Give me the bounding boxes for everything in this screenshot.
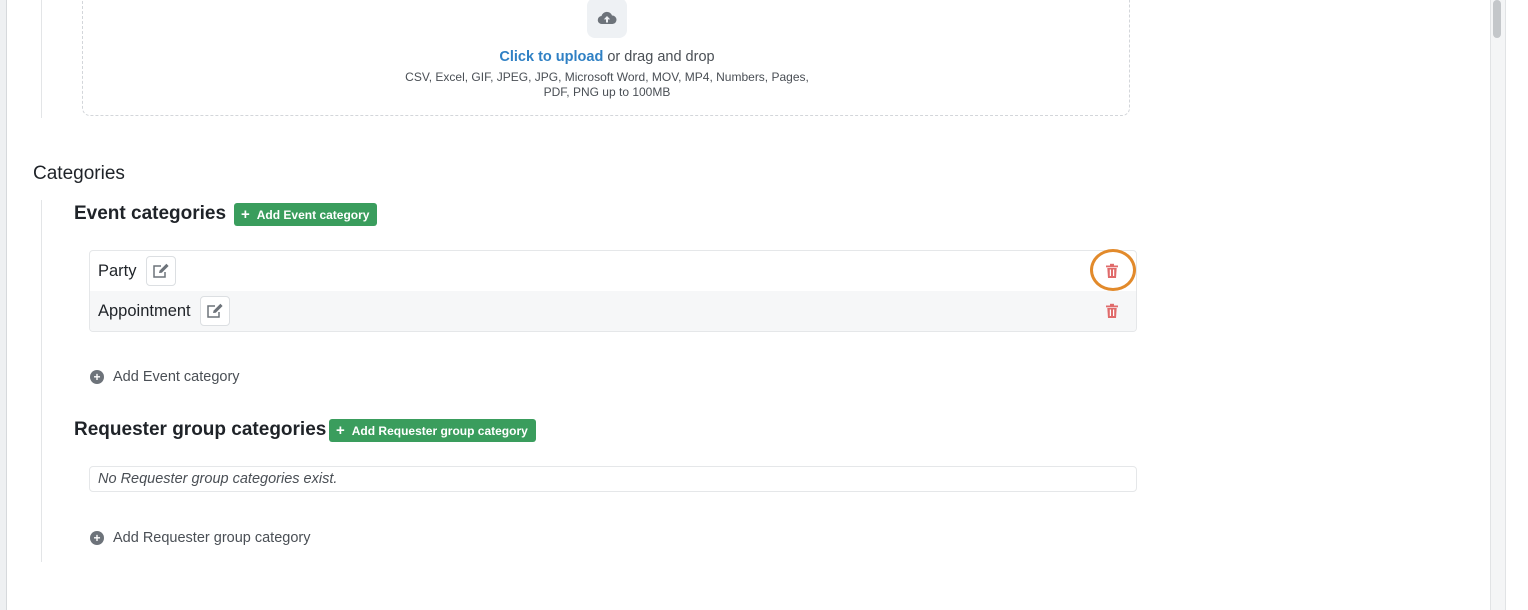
add-requester-group-category-button-label: Add Requester group category — [351, 423, 528, 438]
click-to-upload-link[interactable]: Click to upload — [499, 49, 603, 65]
upload-instructions: Click to upload or drag and drop — [0, 49, 1214, 65]
section-guide-line — [41, 200, 42, 562]
add-event-category-link-label: Add Event category — [113, 369, 240, 385]
edit-category-button[interactable] — [199, 296, 230, 326]
plus-circle-icon: + — [90, 370, 104, 384]
event-category-list: Party Appointment — [89, 250, 1137, 332]
list-item: Appointment — [90, 291, 1136, 331]
category-label: Appointment — [98, 301, 191, 320]
add-requester-group-category-link-label: Add Requester group category — [113, 530, 311, 546]
categories-heading: Categories — [33, 163, 125, 184]
edit-icon — [206, 303, 223, 318]
add-event-category-button-label: Add Event category — [256, 207, 370, 222]
event-categories-heading: Event categories — [74, 203, 227, 224]
cloud-upload-icon — [597, 11, 617, 25]
add-event-category-button[interactable]: + Add Event category — [234, 203, 378, 226]
requester-group-empty-state: No Requester group categories exist. — [89, 466, 1137, 492]
plus-icon: + — [241, 206, 250, 223]
add-requester-group-category-button[interactable]: + Add Requester group category — [329, 419, 536, 442]
edit-icon — [152, 263, 169, 278]
left-panel-edge — [0, 0, 7, 610]
drag-drop-text: or drag and drop — [607, 49, 715, 65]
upload-icon-button[interactable] — [587, 0, 627, 38]
trash-icon[interactable] — [1104, 263, 1120, 279]
trash-icon[interactable] — [1104, 303, 1120, 319]
scrollbar-thumb[interactable] — [1493, 0, 1501, 38]
add-requester-group-category-link[interactable]: + Add Requester group category — [89, 530, 311, 546]
list-item: Party — [90, 251, 1136, 291]
requester-group-categories-heading: Requester group categories — [74, 419, 327, 440]
add-event-category-link[interactable]: + Add Event category — [89, 369, 240, 385]
plus-circle-icon: + — [90, 531, 104, 545]
edit-category-button[interactable] — [145, 256, 176, 286]
upload-formats-text: CSV, Excel, GIF, JPEG, JPG, Microsoft Wo… — [405, 70, 809, 99]
vertical-scrollbar[interactable] — [1490, 0, 1506, 610]
plus-icon: + — [336, 422, 345, 439]
category-label: Party — [98, 261, 137, 280]
